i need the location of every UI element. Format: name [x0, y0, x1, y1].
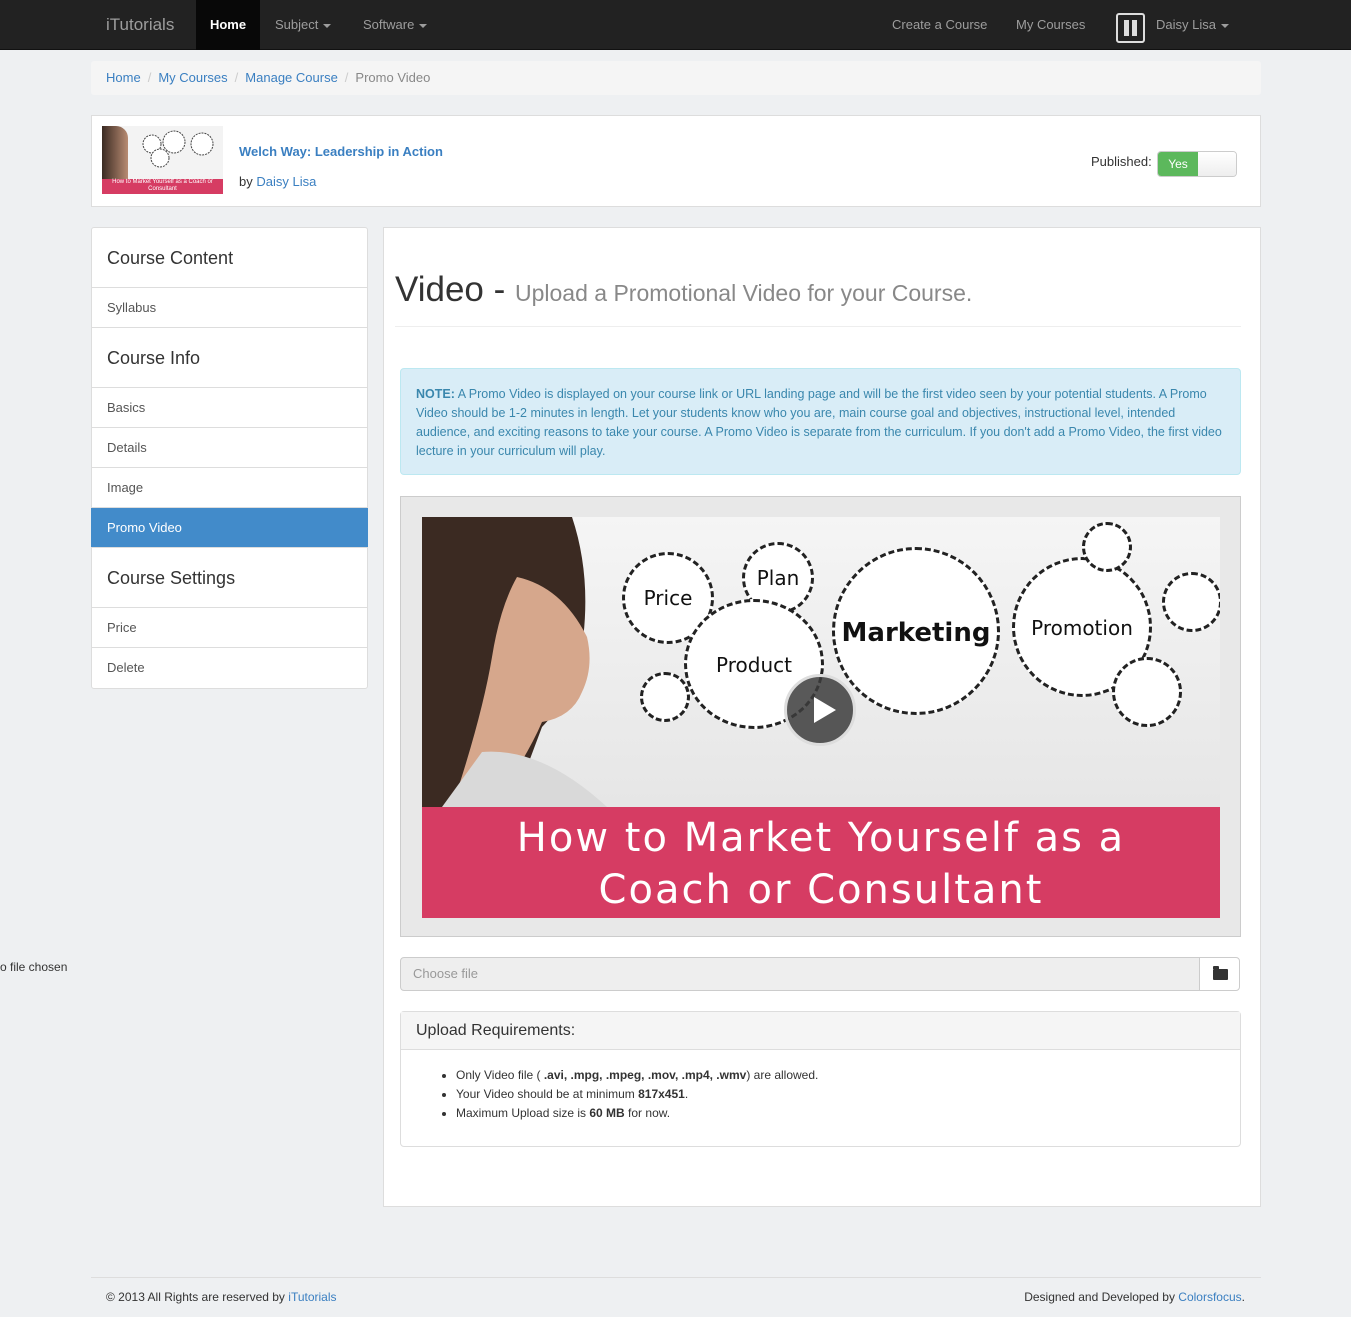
breadcrumb-separator: / — [147, 70, 152, 85]
course-thumbnail[interactable]: How to Market Yourself as a Coach or Con… — [102, 126, 223, 194]
file-upload-row: Choose file — [400, 957, 1240, 991]
published-label: Published: — [1091, 154, 1152, 169]
thumbnail-gears-graphic — [142, 130, 214, 168]
nav-subject-dropdown[interactable]: Subject — [275, 0, 332, 50]
nav-software-label: Software — [363, 17, 415, 32]
page-subtitle: Upload a Promotional Video for your Cour… — [515, 280, 973, 306]
gear-small-left — [640, 672, 690, 722]
req-text: Your Video should be at minimum — [456, 1087, 639, 1101]
footer-colorsfocus-link[interactable]: Colorsfocus — [1178, 1290, 1241, 1304]
nav-home[interactable]: Home — [196, 0, 260, 50]
file-path-input[interactable]: Choose file — [400, 957, 1200, 991]
video-caption-line-2: Coach or Consultant — [598, 867, 1044, 913]
promo-video-player[interactable]: Price Plan Marketing Promotion Product H… — [422, 517, 1220, 918]
sidebar-item-price[interactable]: Price — [92, 608, 367, 648]
req-text: for now. — [624, 1106, 671, 1120]
toggle-knob — [1198, 152, 1236, 176]
info-note: NOTE: A Promo Video is displayed on your… — [400, 368, 1241, 475]
breadcrumb-separator: / — [234, 70, 239, 85]
caret-down-icon — [1220, 23, 1229, 28]
footer-divider — [91, 1277, 1261, 1278]
sidebar-item-basics[interactable]: Basics — [92, 388, 367, 428]
note-text: A Promo Video is displayed on your cours… — [416, 387, 1222, 458]
req-value: 60 MB — [589, 1106, 625, 1120]
footer-credits-end: . — [1241, 1290, 1245, 1304]
caret-down-icon — [323, 23, 332, 28]
thumbnail-caption: How to Market Yourself as a Coach or Con… — [102, 179, 223, 194]
footer-credits-text: Designed and Developed by — [1024, 1290, 1179, 1304]
page-title-main: Video - — [395, 270, 506, 309]
req-text: ) are allowed. — [746, 1068, 819, 1082]
user-avatar[interactable] — [1116, 13, 1145, 43]
req-value: .avi, .mpg, .mpeg, .mov, .mp4, .wmv — [543, 1068, 747, 1082]
nav-my-courses[interactable]: My Courses — [1016, 0, 1085, 50]
sidebar-item-promo-video[interactable]: Promo Video — [91, 508, 368, 548]
requirement-max-upload: Maximum Upload size is 60 MB for now. — [456, 1104, 1240, 1123]
browse-file-button[interactable] — [1199, 957, 1240, 991]
gear-small-right — [1162, 572, 1220, 632]
user-menu-dropdown[interactable]: Daisy Lisa — [1156, 0, 1229, 50]
sidebar-heading-course-settings: Course Settings — [92, 548, 367, 608]
req-text: . — [684, 1087, 689, 1101]
breadcrumb: Home / My Courses / Manage Course / Promo Vide… — [91, 61, 1261, 95]
course-title[interactable]: Welch Way: Leadership in Action — [239, 144, 443, 159]
nav-subject-label: Subject — [275, 17, 319, 32]
divider — [395, 326, 1241, 327]
gear-marketing: Marketing — [832, 547, 1000, 715]
sidebar-item-syllabus[interactable]: Syllabus — [92, 288, 367, 328]
footer-copyright: © 2013 All Rights are reserved by iTutor… — [106, 1290, 337, 1304]
sidebar-heading-course-content: Course Content — [92, 228, 367, 288]
by-label: by — [239, 174, 253, 189]
video-caption: How to Market Yourself as a Coach or Con… — [422, 807, 1220, 918]
upload-requirements-heading: Upload Requirements: — [401, 1012, 1240, 1050]
nav-software-dropdown[interactable]: Software — [363, 0, 428, 50]
footer-copyright-text: © 2013 All Rights are reserved by — [106, 1290, 289, 1304]
upload-requirements-panel: Upload Requirements: Only Video file ( .… — [400, 1011, 1241, 1147]
requirement-min-size: Your Video should be at minimum 817x451. — [456, 1085, 1240, 1104]
no-file-chosen-text: o file chosen — [0, 960, 68, 974]
sidebar-heading-course-info: Course Info — [92, 328, 367, 388]
breadcrumb-current: Promo Video — [355, 70, 431, 85]
user-name: Daisy Lisa — [1156, 17, 1216, 32]
footer-itutorials-link[interactable]: iTutorials — [288, 1290, 336, 1304]
req-value: 817x451 — [638, 1087, 685, 1101]
requirements-list: Only Video file ( .avi, .mpg, .mpeg, .mo… — [456, 1066, 1240, 1123]
sidebar-item-image[interactable]: Image — [92, 468, 367, 508]
top-navbar: iTutorials Home Subject Software Create … — [0, 0, 1351, 50]
video-caption-line-1: How to Market Yourself as a — [516, 815, 1126, 861]
req-text: Only Video file ( — [456, 1068, 544, 1082]
woman-figure — [422, 517, 607, 807]
brand-logo[interactable]: iTutorials — [106, 15, 174, 35]
published-toggle[interactable]: Yes — [1157, 151, 1237, 177]
gear-small-top — [1082, 522, 1132, 572]
sidebar-item-delete[interactable]: Delete — [92, 648, 367, 688]
page-title: Video - Upload a Promotional Video for y… — [395, 270, 972, 310]
breadcrumb-separator: / — [344, 70, 349, 85]
footer-credits: Designed and Developed by Colorsfocus. — [1024, 1290, 1245, 1304]
course-author-line: by Daisy Lisa — [239, 174, 316, 189]
caret-down-icon — [419, 23, 428, 28]
course-author-link[interactable]: Daisy Lisa — [256, 174, 316, 189]
main-panel: Video - Upload a Promotional Video for y… — [383, 227, 1261, 1207]
nav-create-course[interactable]: Create a Course — [892, 0, 987, 50]
published-toggle-on: Yes — [1158, 152, 1198, 176]
play-icon[interactable] — [784, 674, 856, 746]
breadcrumb-manage-course[interactable]: Manage Course — [245, 70, 338, 85]
course-sidebar: Course Content Syllabus Course Info Basi… — [91, 227, 368, 689]
folder-open-icon — [1213, 966, 1228, 980]
requirement-file-types: Only Video file ( .avi, .mpg, .mpeg, .mo… — [456, 1066, 1240, 1085]
gear-small-bottom — [1112, 657, 1182, 727]
sidebar-item-details[interactable]: Details — [92, 428, 367, 468]
course-header: How to Market Yourself as a Coach or Con… — [91, 115, 1261, 207]
breadcrumb-home[interactable]: Home — [106, 70, 141, 85]
breadcrumb-my-courses[interactable]: My Courses — [158, 70, 227, 85]
req-text: Maximum Upload size is — [456, 1106, 590, 1120]
note-label: NOTE: — [416, 387, 455, 401]
video-scene: Price Plan Marketing Promotion Product — [422, 517, 1220, 807]
video-preview-frame: Price Plan Marketing Promotion Product H… — [400, 496, 1241, 937]
